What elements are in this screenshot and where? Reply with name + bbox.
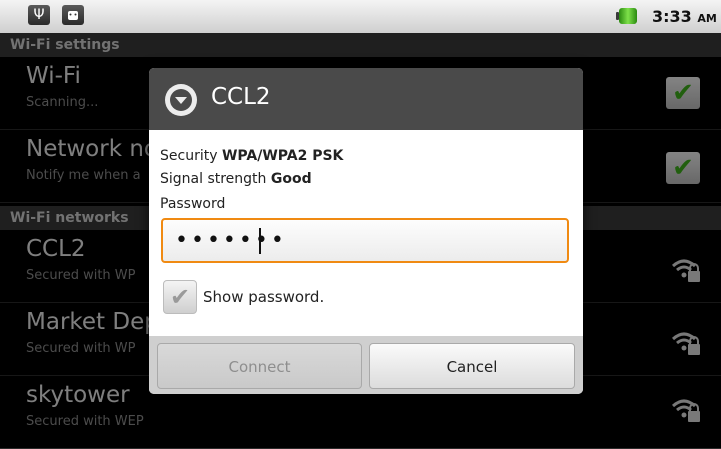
connect-button[interactable]: Connect <box>157 343 362 389</box>
password-input[interactable]: ••••••• <box>161 218 569 263</box>
show-password-checkbox[interactable]: ✔ <box>163 280 197 314</box>
wifi-connect-dialog: CCL2 Security WPA/WPA2 PSK Signal streng… <box>149 68 583 394</box>
chevron-down-circle-icon <box>165 84 197 116</box>
show-password-label[interactable]: Show password. <box>203 288 324 306</box>
password-label: Password <box>160 196 226 212</box>
signal-info: Signal strength Good <box>160 171 312 187</box>
cancel-button[interactable]: Cancel <box>369 343 575 389</box>
battery-icon <box>616 8 637 24</box>
text-caret <box>259 228 261 254</box>
security-info: Security WPA/WPA2 PSK <box>160 148 344 164</box>
dialog-header: CCL2 <box>149 68 583 130</box>
usb-icon: Ψ <box>28 5 50 25</box>
dialog-button-bar: Connect Cancel <box>149 336 583 394</box>
password-value: ••••••• <box>175 228 287 253</box>
status-clock: 3:33 AM <box>652 7 717 26</box>
status-bar: Ψ 3:33 AM <box>0 0 721 33</box>
dialog-title: CCL2 <box>211 84 271 110</box>
android-debug-icon <box>62 5 84 25</box>
